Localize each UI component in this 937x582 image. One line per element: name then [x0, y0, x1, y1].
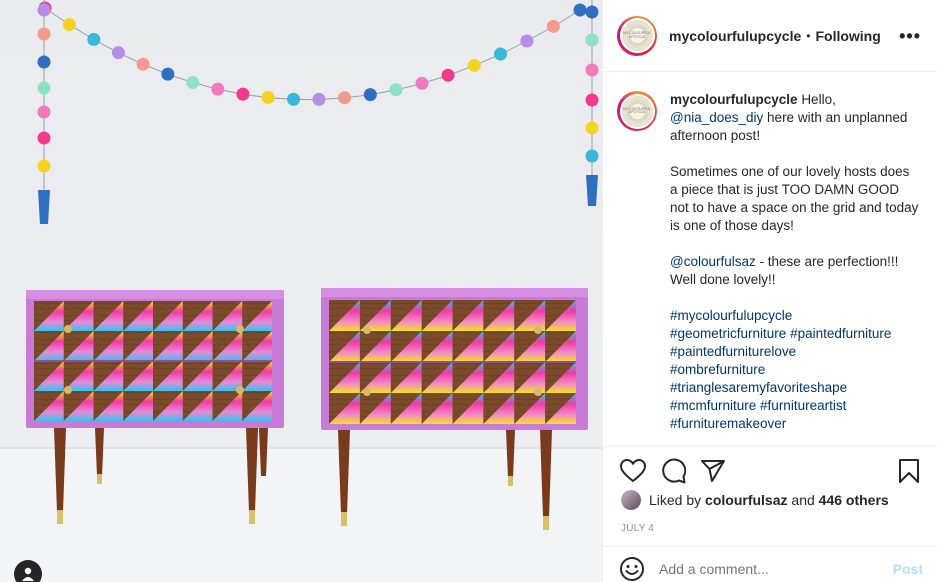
avatar[interactable]: MY COLOURFUL UPCYCLE [617, 15, 657, 56]
caption: MY COLOURFUL UPCYCLE mycolourfulupcycle … [617, 91, 921, 433]
post-button[interactable]: Post [893, 561, 923, 577]
post-image[interactable] [0, 0, 602, 582]
hashtag-link[interactable]: #paintedfurniture [790, 326, 891, 341]
more-icon[interactable]: ••• [899, 27, 921, 45]
add-comment-bar: Post [603, 546, 937, 582]
comment-input[interactable] [659, 560, 893, 577]
avatar-logo-text: MY COLOURFUL UPCYCLE [623, 31, 651, 39]
comments-section[interactable]: MY COLOURFUL UPCYCLE mycolourfulupcycle … [603, 73, 937, 445]
caption-avatar[interactable]: MY COLOURFUL UPCYCLE [617, 91, 657, 131]
hashtag-link[interactable]: #mycolourfulupcycle [670, 307, 920, 325]
caption-text: mycolourfulupcycle Hello, @nia_does_diy … [670, 91, 920, 433]
liker-avatar[interactable] [621, 490, 641, 510]
furniture-photo [0, 0, 602, 582]
liked-by-prefix: Liked by [649, 492, 702, 508]
comment-icon[interactable] [659, 457, 687, 485]
likes-count[interactable]: 446 others [819, 492, 889, 508]
liked-by-and: and [791, 492, 815, 508]
separator-dot: • [806, 28, 811, 43]
caption-avatar-logo-text: MY COLOURFUL UPCYCLE [623, 106, 651, 114]
post-detail-panel: MY COLOURFUL UPCYCLE mycolourfulupcycle … [602, 0, 937, 582]
mention-link[interactable]: @nia_does_diy [670, 110, 763, 125]
post-header: MY COLOURFUL UPCYCLE mycolourfulupcycle … [603, 0, 937, 72]
header-username[interactable]: mycolourfulupcycle [669, 28, 801, 44]
emoji-icon[interactable] [619, 556, 645, 582]
caption-paragraph: Sometimes one of our lovely hosts does a… [670, 164, 919, 233]
liker-username[interactable]: colourfulsaz [705, 492, 787, 508]
post-date[interactable]: JULY 4 [621, 523, 654, 534]
caption-intro: Hello, [801, 92, 836, 107]
bookmark-icon[interactable] [895, 457, 923, 485]
following-button[interactable]: Following [815, 28, 880, 44]
hashtag-list: #mycolourfulupcycle #geometricfurniture … [670, 307, 920, 433]
hashtag-link[interactable]: #ombrefurniture [670, 361, 920, 379]
hashtag-link[interactable]: #paintedfurniturelove [670, 343, 920, 361]
hashtag-link[interactable]: #trianglesaremyfavoriteshape [670, 379, 920, 397]
action-bar [603, 446, 937, 494]
caption-username[interactable]: mycolourfulupcycle [670, 92, 798, 107]
hashtag-link[interactable]: #mcmfurniture [670, 398, 756, 413]
hashtag-link[interactable]: #furnitureartist [760, 398, 846, 413]
user-tag-icon[interactable] [14, 560, 42, 582]
share-icon[interactable] [699, 457, 727, 485]
hashtag-link[interactable]: #geometricfurniture [670, 326, 786, 341]
mention-link[interactable]: @colourfulsaz [670, 254, 756, 269]
likes-summary: Liked by colourfulsaz and 446 others [621, 490, 889, 510]
hashtag-link[interactable]: #furnituremakeover [670, 415, 920, 433]
heart-icon[interactable] [619, 457, 647, 485]
